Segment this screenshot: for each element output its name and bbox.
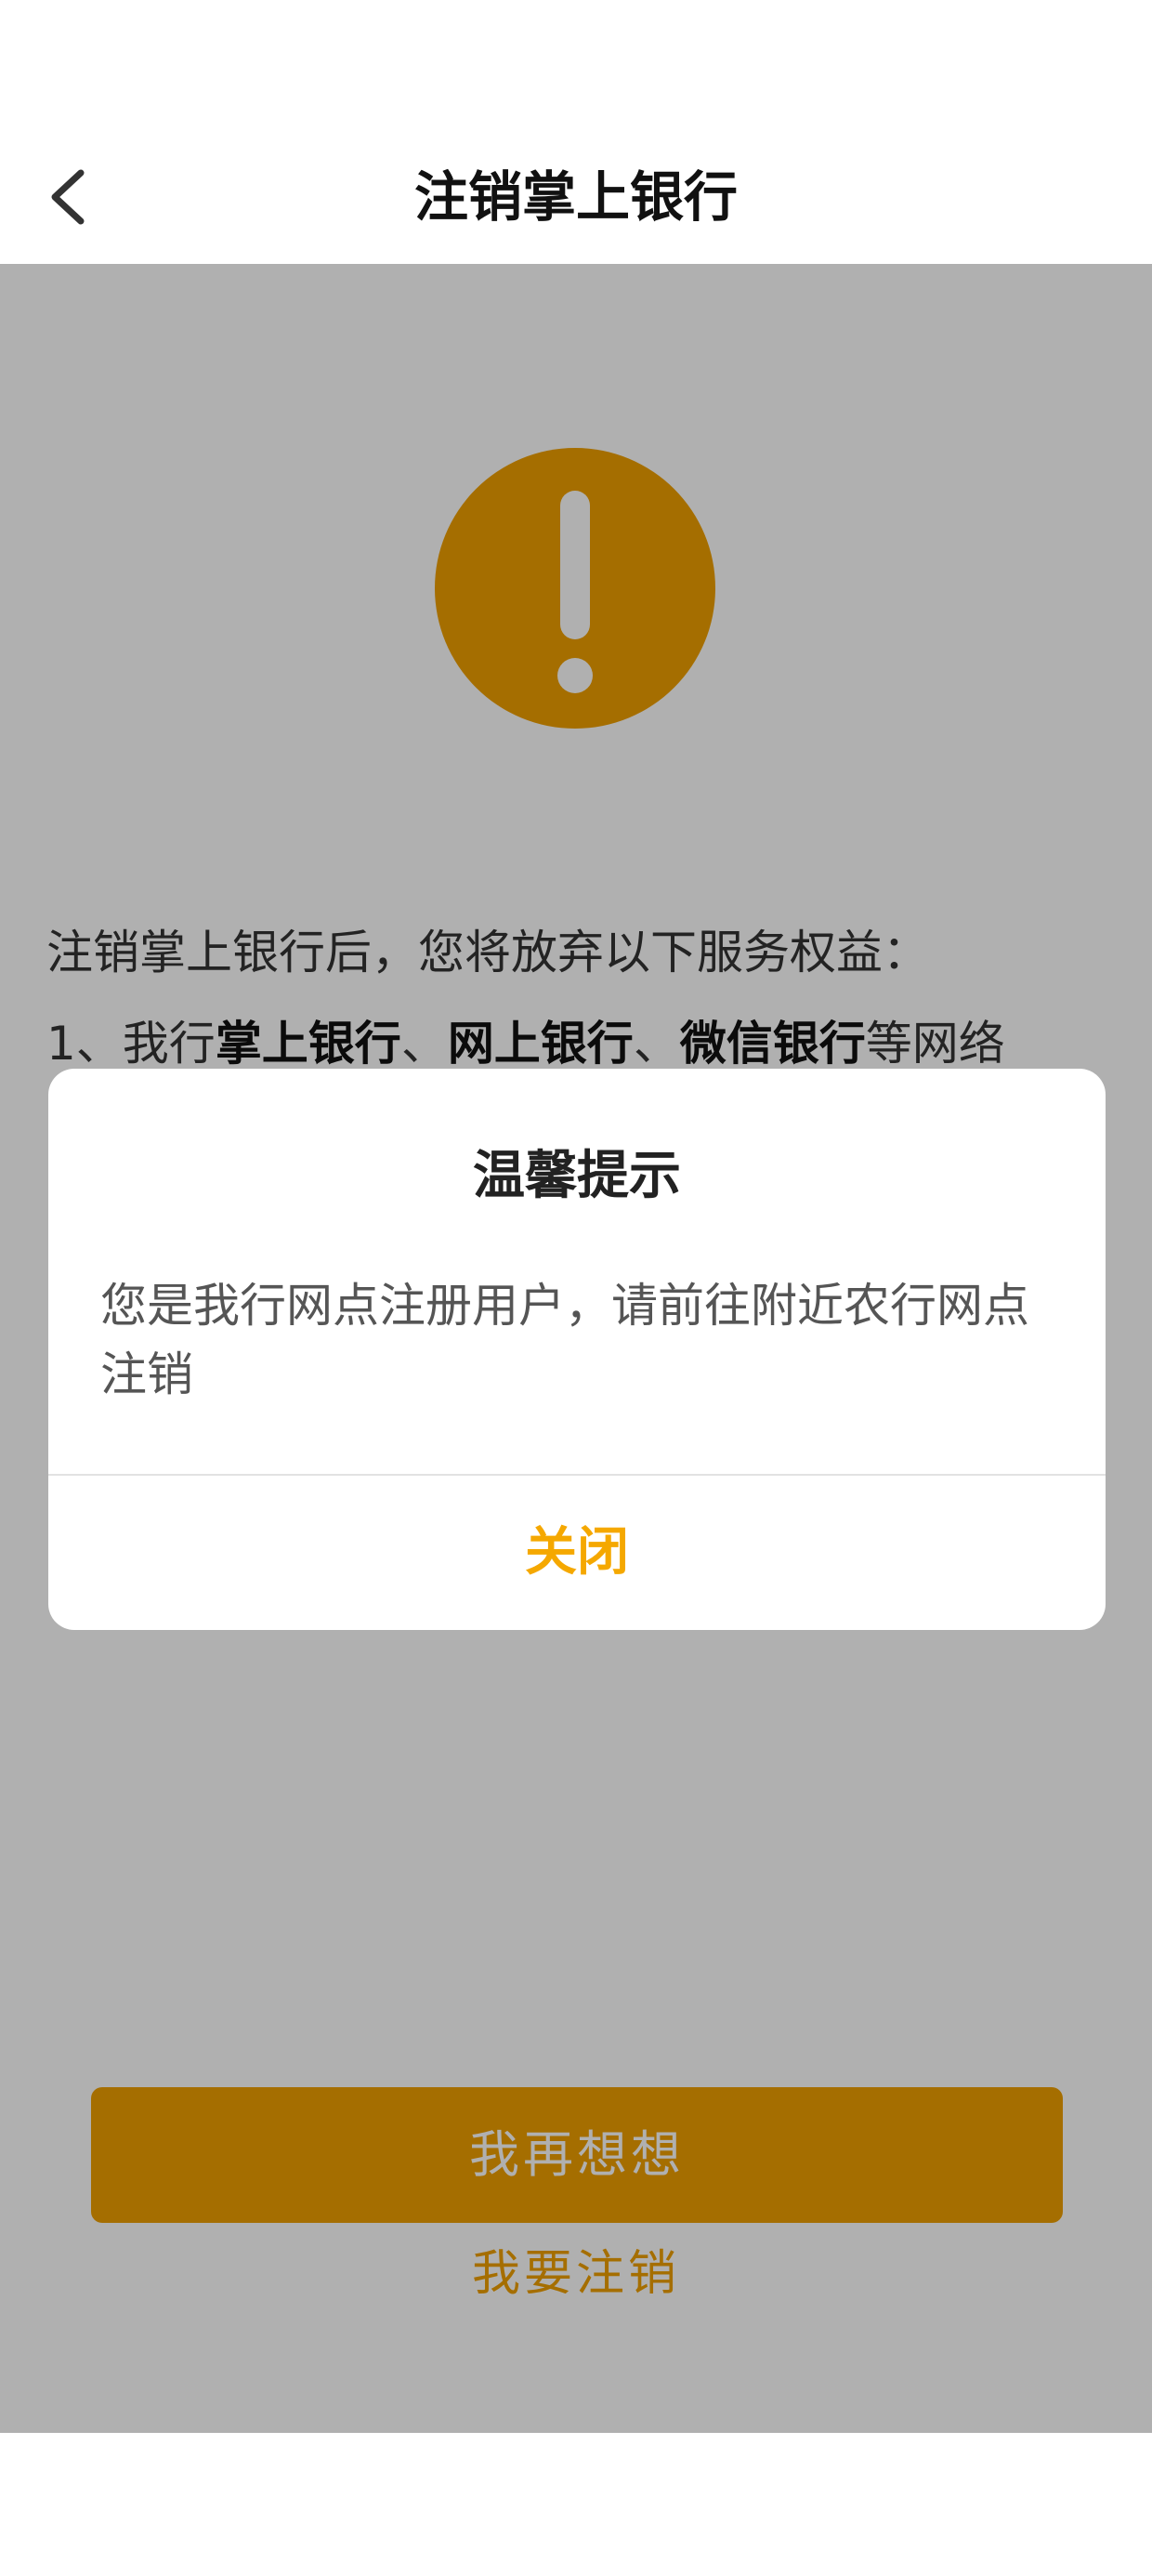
page-title: 注销掌上银行 (413, 165, 738, 229)
bottom-bar (0, 2433, 1152, 2576)
close-button[interactable]: 关闭 (48, 1476, 1106, 1630)
header: 注销掌上银行 (0, 0, 1152, 264)
tip-dialog: 温馨提示 您是我行网点注册用户，请前往附近农行网点注销 关闭 (48, 1069, 1106, 1630)
dialog-title: 温馨提示 (473, 1146, 681, 1206)
page: 注销掌上银行 注销掌上银行后，您将放弃以下服务权益： 1、我行掌上银行、网上银行… (0, 0, 1152, 2576)
dialog-message: 您是我行网点注册用户，请前往附近农行网点注销 (100, 1279, 1029, 1401)
